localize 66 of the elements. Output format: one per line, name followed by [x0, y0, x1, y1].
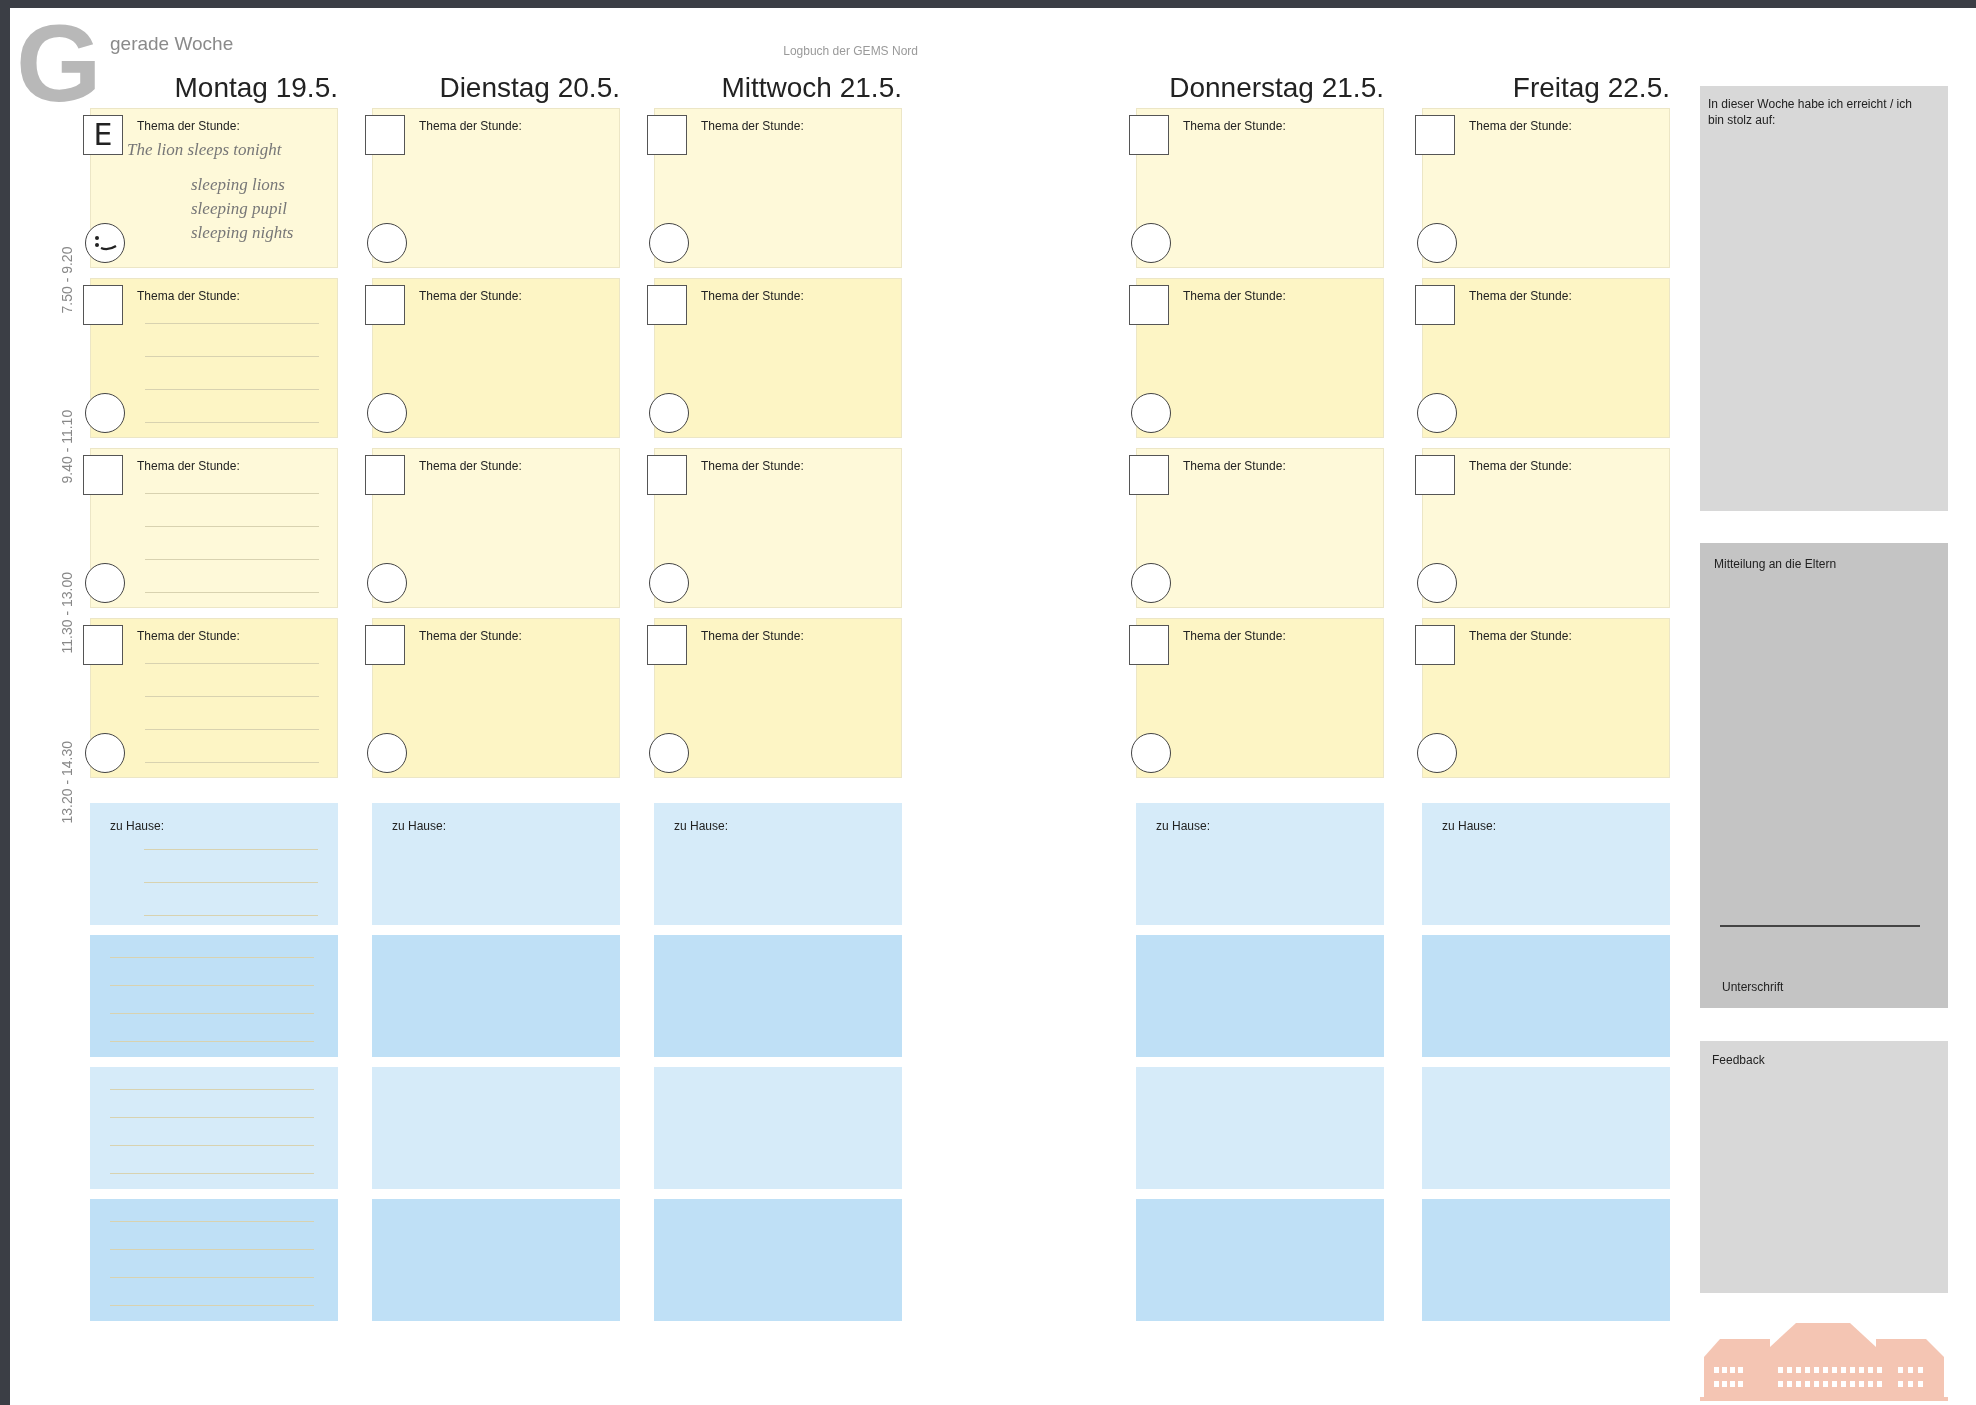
lesson-checkbox[interactable] — [365, 455, 405, 495]
handwritten-note: sleeping nights — [191, 222, 294, 244]
handwritten-note: The lion sleeps tonight — [127, 139, 282, 161]
lesson-topic-label: Thema der Stunde: — [1183, 288, 1286, 305]
lesson-letter-box[interactable]: E — [83, 115, 123, 155]
lesson-topic-label: Thema der Stunde: — [701, 288, 804, 305]
lesson-checkbox[interactable] — [365, 115, 405, 155]
homework-label: zu Hause: — [1156, 818, 1211, 835]
lesson-checkbox[interactable] — [1415, 115, 1455, 155]
lesson-topic-label: Thema der Stunde: — [137, 118, 240, 135]
lesson-topic-label: Thema der Stunde: — [1469, 118, 1572, 135]
lesson-checkbox[interactable] — [1415, 285, 1455, 325]
logbook-title: Logbuch der GEMS Nord — [783, 43, 918, 60]
lesson-checkbox[interactable] — [83, 285, 123, 325]
time-label: 11.30 - 13.00 — [57, 571, 76, 654]
day-heading: Dienstag 20.5. — [438, 71, 620, 105]
lesson-checkbox[interactable] — [83, 625, 123, 665]
lesson-topic-label: Thema der Stunde: — [1469, 628, 1572, 645]
lesson-topic-label: Thema der Stunde: — [137, 628, 240, 645]
homework-label: zu Hause: — [674, 818, 729, 835]
handwritten-note: sleeping pupil — [191, 198, 288, 220]
day-heading: Donnerstag 21.5. — [1168, 71, 1384, 105]
time-label: 13.20 - 14.30 — [57, 740, 76, 824]
lesson-topic-label: Thema der Stunde: — [701, 628, 804, 645]
homework-label: zu Hause: — [1442, 818, 1497, 835]
lesson-checkbox[interactable] — [647, 285, 687, 325]
lesson-checkbox[interactable] — [365, 285, 405, 325]
lesson-topic-label: Thema der Stunde: — [137, 288, 240, 305]
handwritten-note: sleeping lions — [191, 174, 286, 196]
day-heading: Freitag 22.5. — [1511, 71, 1670, 105]
lesson-checkbox[interactable] — [1129, 455, 1169, 495]
lesson-topic-label: Thema der Stunde: — [701, 458, 804, 475]
lesson-topic-label: Thema der Stunde: — [419, 458, 522, 475]
lesson-checkbox[interactable] — [1129, 625, 1169, 665]
lesson-topic-label: Thema der Stunde: — [419, 288, 522, 305]
parents-message-label: Mitteilung an die Eltern — [1714, 556, 1837, 573]
smiley-icon — [92, 233, 118, 253]
time-label: 7.50 - 9.20 — [57, 245, 76, 314]
achievement-label: In dieser Woche habe ich erreicht / ich bin stolz auf: — [1708, 96, 1913, 128]
lesson-topic-label: Thema der Stunde: — [1183, 628, 1286, 645]
lesson-topic-label: Thema der Stunde: — [1469, 288, 1572, 305]
signature-label: Unterschrift — [1722, 979, 1784, 996]
homework-label: zu Hause: — [110, 818, 165, 835]
lesson-checkbox[interactable] — [1415, 455, 1455, 495]
lesson-checkbox[interactable] — [1129, 285, 1169, 325]
lesson-topic-label: Thema der Stunde: — [419, 118, 522, 135]
lesson-checkbox[interactable] — [647, 455, 687, 495]
time-label: 9.40 - 11.10 — [57, 408, 76, 484]
lesson-checkbox[interactable] — [1129, 115, 1169, 155]
lesson-topic-label: Thema der Stunde: — [137, 458, 240, 475]
page-letter: G — [16, 8, 102, 118]
day-heading: Montag 19.5. — [173, 71, 338, 105]
week-label: gerade Woche — [110, 32, 234, 56]
lesson-checkbox[interactable] — [1415, 625, 1455, 665]
lesson-checkbox[interactable] — [365, 625, 405, 665]
day-heading: Mittwoch 21.5. — [720, 71, 902, 105]
lesson-checkbox[interactable] — [647, 625, 687, 665]
lesson-topic-label: Thema der Stunde: — [1183, 118, 1286, 135]
lesson-topic-label: Thema der Stunde: — [1469, 458, 1572, 475]
lesson-topic-label: Thema der Stunde: — [701, 118, 804, 135]
lesson-topic-label: Thema der Stunde: — [419, 628, 522, 645]
homework-label: zu Hause: — [392, 818, 447, 835]
lesson-checkbox[interactable] — [647, 115, 687, 155]
lesson-checkbox[interactable] — [83, 455, 123, 495]
lesson-topic-label: Thema der Stunde: — [1183, 458, 1286, 475]
feedback-label: Feedback — [1712, 1052, 1766, 1069]
